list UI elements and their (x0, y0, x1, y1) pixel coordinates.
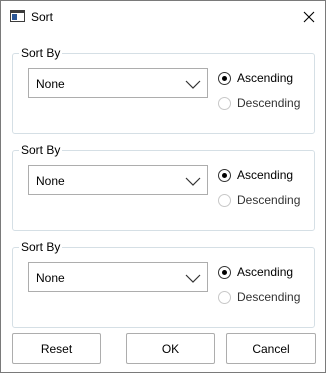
radio-circle-unchecked (218, 193, 231, 207)
descending-radio[interactable]: Descending (218, 193, 300, 207)
sort-by-combobox[interactable]: None (28, 165, 208, 195)
sort-by-combobox[interactable]: None (28, 68, 208, 98)
ascending-radio[interactable]: Ascending (218, 168, 293, 182)
descending-radio[interactable]: Descending (218, 290, 300, 304)
ok-button[interactable]: OK (126, 333, 215, 364)
combobox-value: None (36, 271, 65, 285)
close-icon (303, 11, 315, 22)
group-label: Sort By (19, 45, 63, 61)
radio-circle-checked (218, 265, 231, 279)
window-app-icon (10, 10, 25, 22)
chevron-down-icon (185, 80, 201, 89)
sort-group-3: Sort By None Ascending Descending (12, 239, 315, 328)
radio-label: Ascending (237, 265, 294, 279)
sort-group-2: Sort By None Ascending Descending (12, 142, 315, 231)
radio-label: Ascending (237, 168, 294, 182)
group-label: Sort By (19, 239, 63, 255)
radio-circle-checked (218, 71, 231, 85)
ascending-radio[interactable]: Ascending (218, 71, 293, 85)
sort-by-combobox[interactable]: None (28, 262, 208, 292)
chevron-down-icon (185, 274, 201, 283)
cancel-button[interactable]: Cancel (226, 333, 316, 364)
radio-circle-unchecked (218, 290, 231, 304)
chevron-down-icon (185, 177, 201, 186)
close-button[interactable] (293, 1, 325, 32)
ascending-radio[interactable]: Ascending (218, 265, 293, 279)
radio-circle-checked (218, 168, 231, 182)
radio-label: Descending (237, 96, 301, 110)
group-label: Sort By (19, 142, 63, 158)
radio-label: Descending (237, 193, 301, 207)
sort-dialog: Sort Sort By None Ascending Descending S… (0, 0, 326, 373)
combobox-value: None (36, 174, 65, 188)
sort-group-1: Sort By None Ascending Descending (12, 45, 315, 134)
window-title: Sort (31, 10, 54, 24)
radio-label: Descending (237, 290, 301, 304)
title-bar: Sort (1, 1, 325, 32)
radio-label: Ascending (237, 71, 294, 85)
combobox-value: None (36, 77, 65, 91)
descending-radio[interactable]: Descending (218, 96, 300, 110)
radio-circle-unchecked (218, 96, 231, 110)
reset-button[interactable]: Reset (12, 333, 101, 364)
